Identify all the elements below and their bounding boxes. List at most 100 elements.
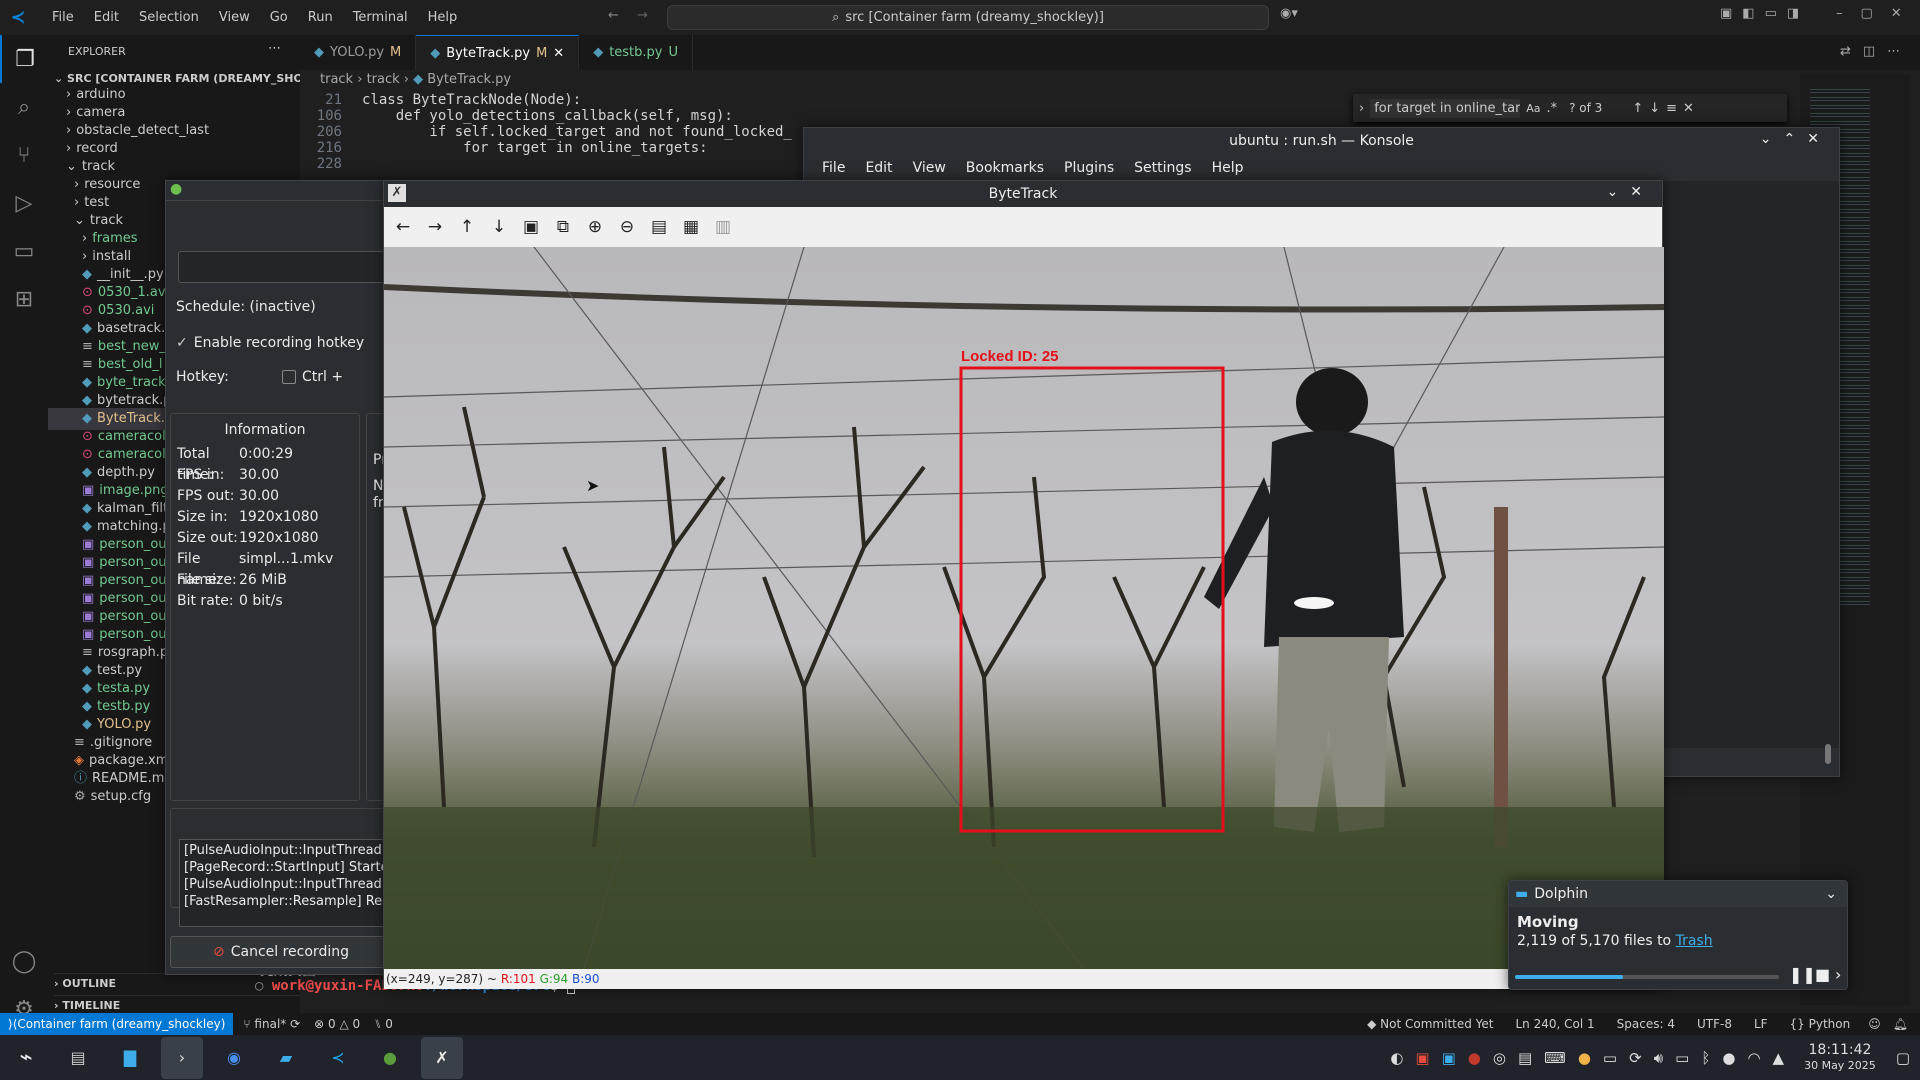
app-launcher-icon[interactable]: ⌁ bbox=[5, 1037, 47, 1079]
dolphin-task-icon[interactable]: ▰ bbox=[265, 1037, 307, 1079]
close-icon[interactable]: ✕ bbox=[1683, 101, 1694, 116]
ports-status[interactable]: ⑊ 0 bbox=[374, 1017, 393, 1031]
regex-icon[interactable]: .* bbox=[1546, 101, 1557, 116]
chevron-right-icon[interactable]: › bbox=[1835, 965, 1841, 984]
tray-app-icon[interactable]: ◎ bbox=[1493, 1049, 1506, 1067]
zoom-original-icon[interactable]: ⧉ bbox=[550, 214, 576, 240]
timeline-section[interactable]: › TIMELINE bbox=[54, 995, 300, 1012]
clipboard-icon[interactable]: ▤ bbox=[1518, 1049, 1532, 1067]
trash-link[interactable]: Trash bbox=[1676, 933, 1713, 949]
log-view[interactable]: [PulseAudioInput::InputThread [PageRecor… bbox=[179, 839, 391, 927]
bytetrack-window-controls[interactable]: ⌄✕ bbox=[1607, 184, 1654, 200]
vscode-task-icon[interactable]: ≺ bbox=[317, 1037, 359, 1079]
menu-go[interactable]: Go bbox=[260, 10, 298, 25]
properties-icon[interactable]: ▥ bbox=[710, 214, 736, 240]
search-icon[interactable]: ⌕ bbox=[0, 83, 48, 131]
menu-file[interactable]: File bbox=[42, 10, 84, 25]
tracking-frame[interactable]: Locked ID: 25 ➤ bbox=[384, 247, 1664, 969]
microphone-icon[interactable]: ● bbox=[1722, 1049, 1735, 1067]
cursor-position[interactable]: Ln 240, Col 1 bbox=[1516, 1017, 1595, 1031]
chevron-down-icon[interactable]: ⌄ bbox=[1825, 886, 1837, 902]
menu-edit[interactable]: Edit bbox=[84, 10, 129, 25]
konsole-menu-plugins[interactable]: Plugins bbox=[1054, 160, 1124, 176]
ssr-profile-field[interactable] bbox=[178, 251, 388, 283]
breadcrumb-item[interactable]: ByteTrack.py bbox=[427, 72, 511, 87]
code-line[interactable]: 106 def yolo_detections_callback(self, m… bbox=[300, 108, 900, 124]
indentation[interactable]: Spaces: 4 bbox=[1617, 1017, 1675, 1031]
recorder-task-icon[interactable]: ● bbox=[369, 1037, 411, 1079]
volume-icon[interactable]: 🔊︎ bbox=[1654, 1049, 1663, 1067]
copilot-status-icon[interactable]: ☺ bbox=[1868, 1017, 1881, 1031]
layout-icons[interactable]: ▣◧▭◨ bbox=[1720, 6, 1809, 21]
show-desktop-icon[interactable]: ▢ bbox=[1896, 1049, 1910, 1067]
copy-icon[interactable]: ▦ bbox=[678, 214, 704, 240]
discover-icon[interactable]: ▇ bbox=[109, 1037, 151, 1079]
command-center[interactable]: ⌕ src [Container farm (dreamy_shockley)] bbox=[667, 5, 1269, 30]
konsole-menu-settings[interactable]: Settings bbox=[1124, 160, 1201, 176]
pause-icon[interactable]: ❚❚ bbox=[1789, 965, 1816, 984]
pan-up-icon[interactable]: ↑ bbox=[454, 214, 480, 240]
find-in-selection-icon[interactable]: ≡ bbox=[1666, 101, 1677, 116]
remote-explorer-icon[interactable]: ▭ bbox=[0, 227, 48, 275]
konsole-menu-edit[interactable]: Edit bbox=[855, 160, 902, 176]
tray-app-icon[interactable]: ◐ bbox=[1390, 1049, 1403, 1067]
editor-actions[interactable]: ⇄◫⋯ bbox=[1840, 44, 1912, 59]
konsole-scrollbar[interactable] bbox=[1825, 744, 1831, 764]
clock[interactable]: 18:11:42 30 May 2025 bbox=[1804, 1042, 1876, 1074]
nav-back-icon[interactable]: ← bbox=[608, 8, 619, 23]
zoom-in-icon[interactable]: ⊕ bbox=[582, 214, 608, 240]
encoding[interactable]: UTF-8 bbox=[1697, 1017, 1732, 1031]
tab-testb[interactable]: ◆ testb.py U bbox=[579, 35, 693, 70]
keyboard-icon[interactable]: ⌨ bbox=[1544, 1049, 1566, 1067]
menu-help[interactable]: Help bbox=[418, 10, 468, 25]
chevron-right-icon[interactable]: › bbox=[1359, 101, 1364, 116]
zoom-out-icon[interactable]: ⊖ bbox=[614, 214, 640, 240]
match-case-toggle[interactable]: Aa bbox=[1526, 102, 1540, 115]
breadcrumb-item[interactable]: track bbox=[367, 72, 400, 87]
blame-status[interactable]: ◆ Not Committed Yet bbox=[1367, 1017, 1493, 1031]
menu-view[interactable]: View bbox=[209, 10, 260, 25]
window-controls[interactable]: –▢✕ bbox=[1836, 6, 1920, 21]
tray-app-icon[interactable]: ▣ bbox=[1415, 1049, 1429, 1067]
tray-expand-icon[interactable]: ▲ bbox=[1773, 1049, 1785, 1067]
close-icon[interactable]: ✕ bbox=[553, 46, 564, 61]
update-icon[interactable]: ⟳ bbox=[1629, 1049, 1642, 1067]
konsole-menu-help[interactable]: Help bbox=[1202, 160, 1254, 176]
tray-app-icon[interactable]: ▣ bbox=[1442, 1049, 1456, 1067]
pan-left-icon[interactable]: ← bbox=[390, 214, 416, 240]
copilot-icon[interactable]: ◉▾ bbox=[1280, 6, 1298, 21]
display-icon[interactable]: ▭ bbox=[1603, 1049, 1617, 1067]
menu-terminal[interactable]: Terminal bbox=[343, 10, 418, 25]
tab-yolo[interactable]: ◆ YOLO.py M bbox=[300, 35, 417, 70]
konsole-task-icon[interactable]: › bbox=[161, 1036, 203, 1079]
language-mode[interactable]: {} Python bbox=[1790, 1017, 1851, 1031]
more-actions-icon[interactable]: ⋯ bbox=[268, 41, 281, 56]
source-control-icon[interactable]: ⑂ bbox=[0, 131, 48, 179]
zoom-fit-icon[interactable]: ▣ bbox=[518, 214, 544, 240]
tab-bytetrack[interactable]: ◆ ByteTrack.py M ✕ bbox=[416, 35, 580, 70]
nav-forward-icon[interactable]: → bbox=[637, 8, 648, 23]
konsole-menu-file[interactable]: File bbox=[812, 160, 855, 176]
breadcrumb-item[interactable]: track bbox=[320, 72, 353, 87]
save-image-icon[interactable]: ▤ bbox=[646, 214, 672, 240]
battery-icon[interactable]: ▭ bbox=[1675, 1049, 1689, 1067]
hotkey-ctrl-row[interactable]: Ctrl + bbox=[282, 369, 343, 385]
konsole-menu-bookmarks[interactable]: Bookmarks bbox=[956, 160, 1054, 176]
ctrl-checkbox[interactable] bbox=[282, 370, 296, 384]
find-input[interactable]: for target in online_targe bbox=[1370, 98, 1521, 118]
extensions-icon[interactable]: ⊞ bbox=[0, 275, 48, 323]
pan-down-icon[interactable]: ↓ bbox=[486, 214, 512, 240]
wifi-icon[interactable]: ◠ bbox=[1747, 1049, 1760, 1067]
bluetooth-icon[interactable]: ᛒ bbox=[1701, 1049, 1710, 1067]
menu-selection[interactable]: Selection bbox=[129, 10, 209, 25]
stop-icon[interactable]: ■ bbox=[1815, 965, 1830, 984]
chrome-task-icon[interactable]: ◉ bbox=[213, 1037, 255, 1079]
tray-app-icon[interactable]: ● bbox=[1578, 1049, 1591, 1067]
x11-task-icon[interactable]: ✗ bbox=[421, 1036, 463, 1079]
enable-hotkey-row[interactable]: ✓ Enable recording hotkey bbox=[176, 335, 364, 351]
arrow-up-icon[interactable]: ↑ bbox=[1632, 101, 1643, 116]
pan-right-icon[interactable]: → bbox=[422, 214, 448, 240]
run-debug-icon[interactable]: ▷ bbox=[0, 179, 48, 227]
branch-status[interactable]: ⑂ final* ⟳ bbox=[243, 1017, 300, 1031]
konsole-window-controls[interactable]: ⌄⌃✕ bbox=[1760, 131, 1831, 147]
